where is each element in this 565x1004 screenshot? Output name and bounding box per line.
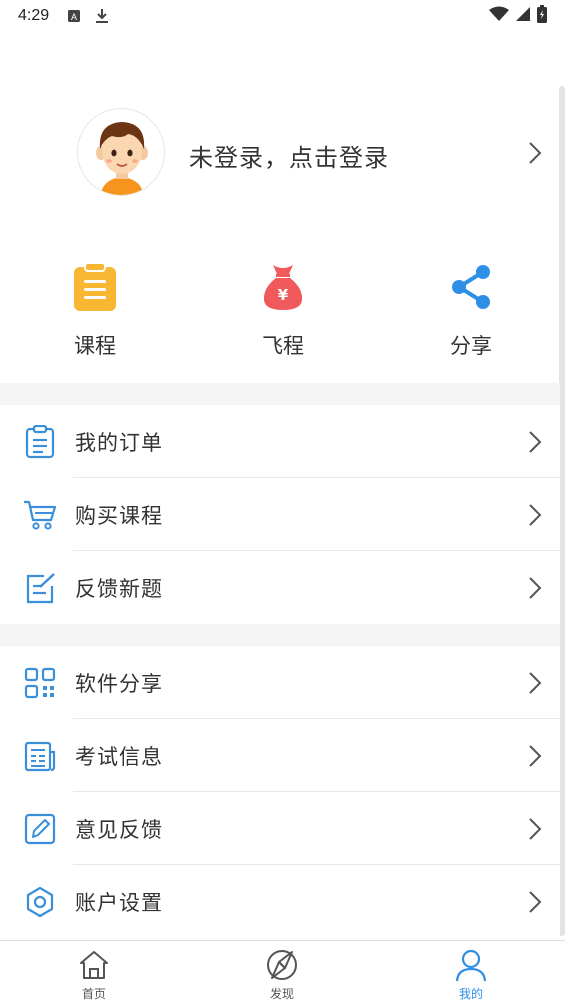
menu-item-submit-question[interactable]: 反馈新题 bbox=[0, 551, 560, 624]
status-time: 4:29 bbox=[18, 7, 50, 24]
section-separator bbox=[0, 383, 560, 405]
nav-tab-label: 首页 bbox=[81, 987, 106, 1001]
nav-tab-discover[interactable]: 发现 bbox=[247, 947, 317, 1002]
menu-item-account-settings[interactable]: 账户设置 bbox=[0, 865, 560, 938]
quick-action-share[interactable]: 分享 bbox=[411, 262, 531, 360]
menu-item-label: 购买课程 bbox=[75, 504, 163, 528]
menu-item-label: 意见反馈 bbox=[75, 818, 163, 842]
nav-tab-home[interactable]: 首页 bbox=[59, 947, 129, 1002]
quick-action-label: 分享 bbox=[450, 334, 492, 358]
keyboard-a-icon: A bbox=[67, 9, 81, 23]
discover-icon bbox=[247, 947, 317, 983]
mine-screen: 4:29 A 未登录，点击登录 课程 ¥ 飞程 分享 我的订单 购买课程 反馈新… bbox=[0, 0, 565, 1004]
avatar[interactable] bbox=[77, 108, 165, 196]
login-prompt[interactable]: 未登录，点击登录 bbox=[189, 138, 389, 173]
menu-item-feedback[interactable]: 意见反馈 bbox=[0, 792, 560, 865]
cellular-signal-icon bbox=[515, 6, 531, 26]
chevron-right-icon bbox=[528, 744, 542, 772]
menu-item-label: 考试信息 bbox=[75, 745, 163, 769]
quick-action-label: 飞程 bbox=[262, 334, 304, 358]
clipboard-icon bbox=[70, 262, 120, 312]
svg-text:¥: ¥ bbox=[278, 286, 289, 304]
menu-item-my-orders[interactable]: 我的订单 bbox=[0, 405, 560, 478]
newspaper-icon bbox=[23, 739, 57, 773]
order-list-icon bbox=[23, 425, 57, 459]
nav-tab-label: 我的 bbox=[458, 987, 483, 1001]
menu-item-label: 软件分享 bbox=[75, 672, 163, 696]
menu-item-label: 账户设置 bbox=[75, 891, 163, 915]
settings-icon bbox=[23, 885, 57, 919]
wifi-icon bbox=[489, 6, 509, 26]
bottom-nav: 首页 发现 我的 bbox=[0, 940, 565, 1004]
download-icon bbox=[95, 8, 109, 24]
chevron-right-icon bbox=[528, 503, 542, 531]
status-bar: 4:29 A bbox=[0, 0, 565, 32]
quick-action-courses[interactable]: 课程 bbox=[35, 262, 155, 360]
menu-item-app-share[interactable]: 软件分享 bbox=[0, 646, 560, 719]
chevron-right-icon bbox=[528, 671, 542, 699]
edit-note-icon bbox=[23, 571, 57, 605]
pencil-square-icon bbox=[23, 812, 57, 846]
chevron-right-icon bbox=[528, 890, 542, 918]
quick-action-label: 课程 bbox=[74, 334, 116, 358]
menu-item-exam-info[interactable]: 考试信息 bbox=[0, 719, 560, 792]
menu-item-buy-courses[interactable]: 购买课程 bbox=[0, 478, 560, 551]
menu-item-label: 反馈新题 bbox=[75, 577, 163, 601]
chevron-right-icon bbox=[528, 430, 542, 458]
money-bag-icon: ¥ bbox=[258, 262, 308, 312]
section-separator bbox=[0, 624, 560, 646]
nav-tab-mine[interactable]: 我的 bbox=[436, 947, 506, 1002]
qr-code-icon bbox=[23, 666, 57, 700]
quick-actions: 课程 ¥ 飞程 分享 bbox=[0, 262, 560, 372]
login-row[interactable]: 未登录，点击登录 bbox=[0, 108, 560, 198]
home-icon bbox=[59, 947, 129, 983]
svg-text:A: A bbox=[71, 12, 77, 22]
chevron-right-icon bbox=[528, 576, 542, 604]
quick-action-fees[interactable]: ¥ 飞程 bbox=[223, 262, 343, 360]
chevron-right-icon bbox=[528, 141, 542, 169]
menu-item-label: 我的订单 bbox=[75, 431, 163, 455]
share-icon bbox=[446, 262, 496, 312]
user-icon bbox=[436, 947, 506, 983]
chevron-right-icon bbox=[528, 817, 542, 845]
nav-tab-label: 发现 bbox=[269, 987, 294, 1001]
battery-icon bbox=[537, 5, 547, 27]
status-indicators bbox=[489, 5, 547, 27]
cart-icon bbox=[23, 498, 57, 532]
